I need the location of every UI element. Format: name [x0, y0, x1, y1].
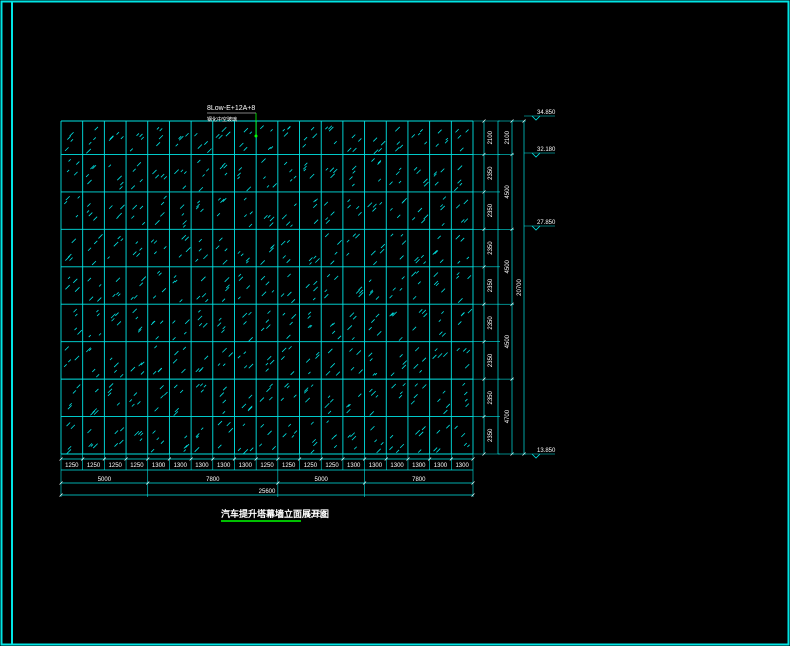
column-width-label: 1300: [347, 463, 361, 469]
column-width-label: 1300: [239, 463, 253, 469]
group-width-label: 5000: [98, 477, 112, 483]
group-height-label: 2100: [505, 130, 511, 144]
elevation-label: 13.850: [537, 448, 556, 454]
elevation-label: 32.180: [537, 147, 556, 153]
column-width-label: 1300: [369, 463, 383, 469]
total-height-label: 20700: [517, 278, 523, 295]
annotation-sub-text: 钢化中空玻璃: [207, 116, 237, 123]
column-width-label: 1300: [412, 463, 426, 469]
row-height-label: 2350: [488, 241, 494, 255]
group-width-label: 7800: [206, 477, 220, 483]
column-width-label: 1300: [434, 463, 448, 469]
elevation-label: 27.850: [537, 220, 556, 226]
row-height-label: 2350: [488, 278, 494, 292]
group-height-label: 4500: [505, 334, 511, 348]
column-width-label: 1300: [152, 463, 166, 469]
column-width-label: 1300: [195, 463, 209, 469]
row-height-label: 2350: [488, 166, 494, 180]
elevation-label: 34.850: [537, 110, 556, 116]
group-height-label: 4500: [505, 185, 511, 199]
row-height-label: 2350: [488, 428, 494, 442]
column-width-label: 1250: [130, 463, 144, 469]
group-height-label: 4500: [505, 259, 511, 273]
column-width-label: 1250: [325, 463, 339, 469]
annotation-leader-dot: [254, 134, 258, 138]
column-width-label: 1300: [217, 463, 231, 469]
column-width-label: 1300: [455, 463, 469, 469]
row-height-label: 2350: [488, 316, 494, 330]
annotation-main-text: 8Low-E+12A+8: [207, 105, 255, 112]
row-height-label: 2100: [488, 130, 494, 144]
column-width-label: 1250: [282, 463, 296, 469]
column-width-label: 1250: [87, 463, 101, 469]
column-width-label: 1300: [390, 463, 404, 469]
row-height-label: 2350: [488, 391, 494, 405]
column-width-label: 1250: [109, 463, 123, 469]
column-width-label: 1250: [304, 463, 318, 469]
group-width-label: 5000: [315, 477, 329, 483]
canvas-background: [0, 0, 790, 646]
row-height-label: 2350: [488, 353, 494, 367]
total-width-label: 25600: [259, 489, 276, 495]
column-width-label: 1300: [174, 463, 188, 469]
cad-drawing-canvas: 1250 1250 1250 1250 1300 1300 1300 1300 1300 1250…: [0, 0, 790, 646]
drawing-scale: 1:100: [306, 510, 327, 519]
group-width-label: 7800: [412, 477, 426, 483]
group-height-label: 4700: [505, 409, 511, 423]
row-height-label: 2350: [488, 203, 494, 217]
column-width-label: 1250: [260, 463, 274, 469]
column-width-label: 1250: [65, 463, 79, 469]
